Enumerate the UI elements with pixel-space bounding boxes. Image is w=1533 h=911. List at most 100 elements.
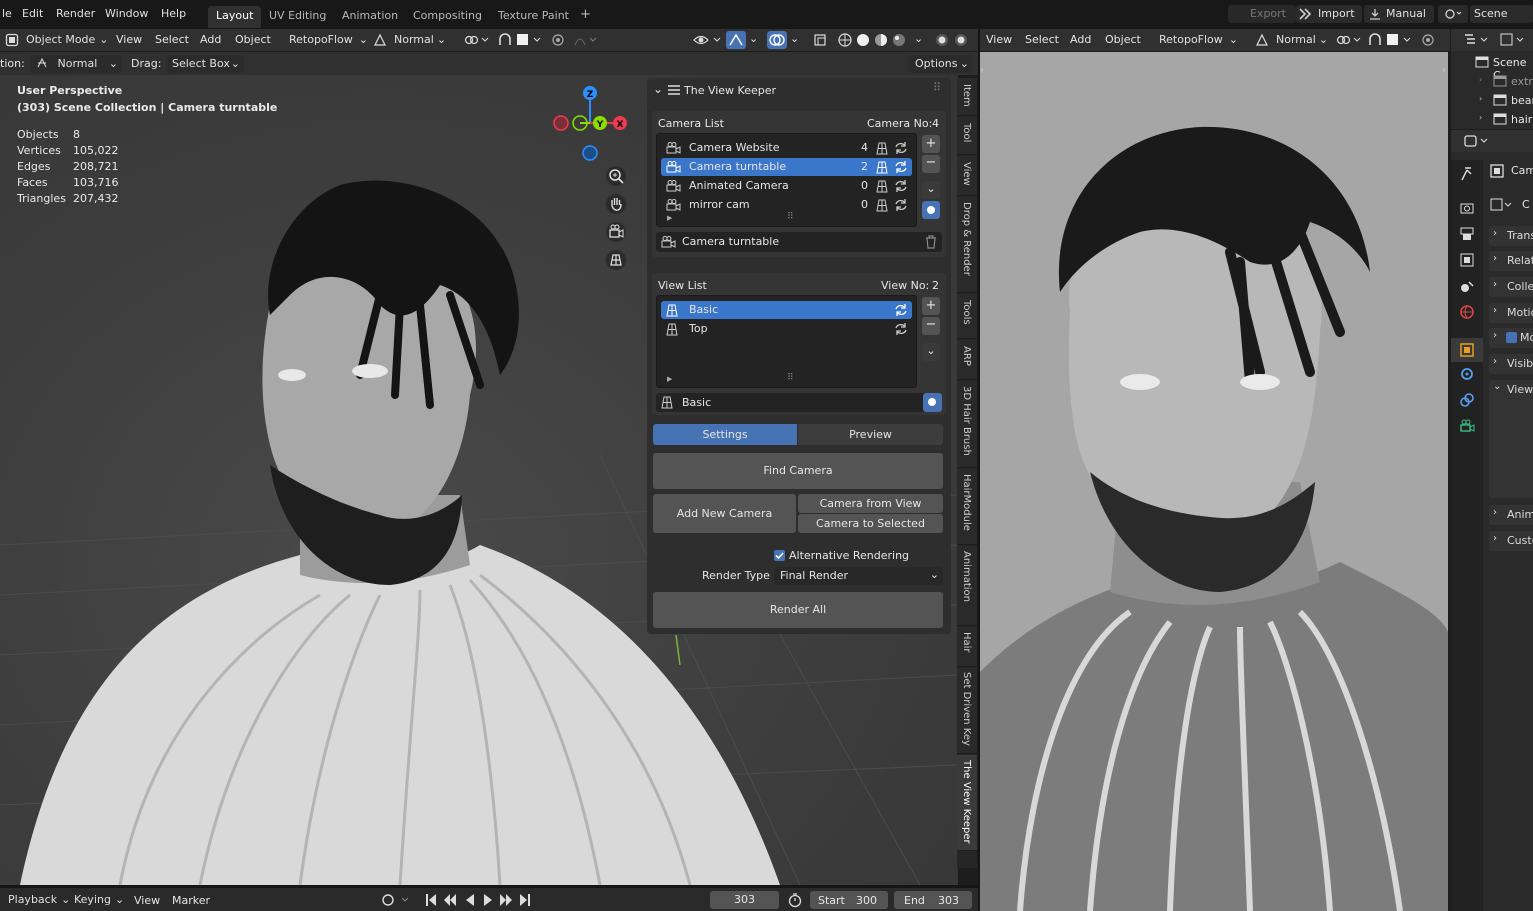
tab-hairmodule[interactable]: HairModule (957, 469, 977, 545)
menu-add[interactable]: Add (1070, 33, 1091, 46)
chevron-down-icon[interactable]: ⌄ (749, 32, 758, 45)
menu-object[interactable]: Object (1105, 33, 1141, 46)
render-type-dropdown[interactable]: Final Render ⌄ (774, 567, 943, 585)
menu-file[interactable]: le (2, 7, 12, 20)
chevron-down-icon[interactable]: ⌄ (914, 32, 923, 45)
scene-field[interactable]: Scene (1470, 5, 1533, 23)
proportional-edit-icon[interactable] (1420, 33, 1448, 47)
transform-orientation-dropdown[interactable]: Normal ⌄ (30, 55, 122, 73)
tab-view[interactable]: View (957, 156, 977, 196)
xray-icon[interactable] (813, 33, 829, 47)
proportional-edit-icon[interactable] (550, 33, 600, 47)
tab-tool[interactable]: Tool (957, 117, 977, 155)
menu-help[interactable]: Help (161, 7, 186, 20)
view-layer-tab-icon[interactable] (1459, 252, 1475, 268)
section-motion-paths[interactable]: › Motio (1489, 303, 1533, 323)
camera-menu-chevron-icon[interactable]: ⌄ (922, 181, 940, 199)
tab-settings[interactable]: Settings (653, 424, 797, 445)
drag-handle-icon[interactable]: ⠿ (933, 81, 941, 94)
camera-to-selected-button[interactable]: Camera to Selected (798, 514, 943, 533)
menu-select[interactable]: Select (1025, 33, 1059, 46)
playback-controls[interactable] (424, 892, 536, 908)
expand-triangle-icon[interactable]: ▶ (667, 214, 672, 222)
camera-data-tab-icon[interactable] (1459, 418, 1475, 434)
object-tab-active[interactable] (1451, 338, 1483, 362)
pivot-icon[interactable] (1336, 33, 1362, 47)
add-camera-button[interactable]: + (922, 135, 940, 153)
active-view-field[interactable]: Basic (656, 393, 942, 412)
menu-view[interactable]: View (986, 33, 1012, 46)
tab-set-driven-key[interactable]: Set Driven Key (957, 668, 977, 754)
menu-object[interactable]: Object (235, 33, 271, 46)
section-custom-properties[interactable]: › Custo (1489, 531, 1533, 551)
shading-modes-icon[interactable] (836, 32, 914, 48)
render-tab-icon[interactable] (1459, 200, 1475, 216)
expand-arrow-icon[interactable]: › (1479, 113, 1482, 122)
export-button[interactable]: Export (1228, 5, 1296, 23)
tab-drop-render[interactable]: Drop & Render (957, 197, 977, 293)
outliner-item[interactable]: extr (1511, 75, 1533, 88)
snap-icon[interactable] (497, 33, 513, 47)
tab-tools[interactable]: Tools (957, 294, 977, 339)
section-visibility[interactable]: › Visib (1489, 354, 1533, 374)
refresh-icon[interactable] (894, 303, 908, 317)
modifier-tab-icon[interactable] (1459, 366, 1475, 382)
drag-dropdown[interactable]: Select Box ⌄ (166, 55, 244, 73)
retopoflow-menu[interactable]: RetopoFlow ⌄ (283, 31, 368, 49)
tab-3d-hair-brush[interactable]: 3D Hair Brush (957, 381, 977, 468)
visibility-icon[interactable] (692, 32, 722, 48)
expand-arrow-icon[interactable]: › (1479, 75, 1482, 84)
snap-target-icon[interactable] (1386, 33, 1414, 47)
camera-row-turntable[interactable]: Camera turntable 2 (661, 158, 912, 176)
perspective-grid-icon[interactable] (605, 249, 629, 273)
gizmo-toggle-button[interactable] (726, 31, 746, 49)
add-workspace-button[interactable]: + (572, 4, 599, 26)
object-mode-dropdown[interactable]: Object Mode ⌄ (20, 31, 109, 49)
start-frame-field[interactable]: Start 300 (810, 891, 888, 909)
pan-hand-icon[interactable] (605, 193, 629, 217)
outliner-item[interactable]: bear (1511, 94, 1533, 107)
section-animation[interactable]: › Anim (1489, 505, 1533, 525)
tab-animation[interactable]: Animation (334, 6, 406, 28)
view-row-basic[interactable]: Basic (661, 301, 912, 319)
add-new-camera-button[interactable]: Add New Camera (653, 494, 796, 533)
output-tab-icon[interactable] (1459, 226, 1475, 242)
zoom-icon[interactable] (605, 165, 629, 189)
expand-triangle-icon[interactable]: ▶ (667, 375, 672, 383)
auto-keying-icon[interactable] (380, 892, 416, 908)
section-motion-blur[interactable]: › Mo (1489, 328, 1533, 348)
outliner-item[interactable]: hair (1511, 113, 1532, 126)
pivot-icon[interactable] (464, 33, 490, 47)
scene-tab-icon[interactable] (1459, 278, 1475, 294)
render-toggles-icon[interactable] (934, 32, 972, 48)
camera-list[interactable]: Camera Website 4 Camera turntable 2 Anim… (656, 133, 917, 227)
resize-handle-icon[interactable]: ⠿ (787, 212, 794, 222)
expand-sidebar-icon[interactable]: › (980, 65, 984, 76)
scene-selector-icon[interactable] (1438, 5, 1468, 23)
expand-arrow-icon[interactable]: › (1479, 94, 1482, 103)
refresh-icon[interactable] (894, 179, 908, 193)
menu-render[interactable]: Render (56, 7, 95, 20)
camera-row-website[interactable]: Camera Website 4 (661, 139, 912, 157)
add-view-button[interactable]: + (922, 297, 940, 315)
tab-texture-paint[interactable]: Texture Paint (490, 6, 577, 28)
orientation-dropdown[interactable]: Normal ⌄ (1270, 31, 1336, 49)
chevron-down-icon[interactable]: ⌄ (653, 82, 663, 96)
camera-view-icon[interactable] (605, 221, 629, 245)
keying-menu[interactable]: Keying ⌄ (68, 891, 126, 909)
timeline-view-menu[interactable]: View (134, 894, 160, 907)
snap-icon[interactable] (1367, 33, 1383, 47)
stopwatch-icon[interactable] (787, 892, 803, 908)
section-transform[interactable]: › Trans (1489, 226, 1533, 246)
section-viewport-display[interactable]: ⌄ View (1489, 380, 1533, 498)
playback-menu[interactable]: Playback ⌄ (2, 891, 70, 909)
manual-button[interactable]: Manual (1364, 5, 1434, 23)
options-dropdown[interactable]: Options ⌄ (909, 55, 973, 73)
tool-tab-icon[interactable] (1459, 166, 1475, 182)
menu-view[interactable]: View (116, 33, 142, 46)
view-list[interactable]: Basic Top ▶ ⠿ (656, 295, 917, 388)
render-all-button[interactable]: Render All (653, 592, 943, 628)
import-button[interactable]: Import (1296, 5, 1362, 23)
object-data-field[interactable]: C (1489, 194, 1533, 216)
section-collections[interactable]: › Colle (1489, 277, 1533, 297)
